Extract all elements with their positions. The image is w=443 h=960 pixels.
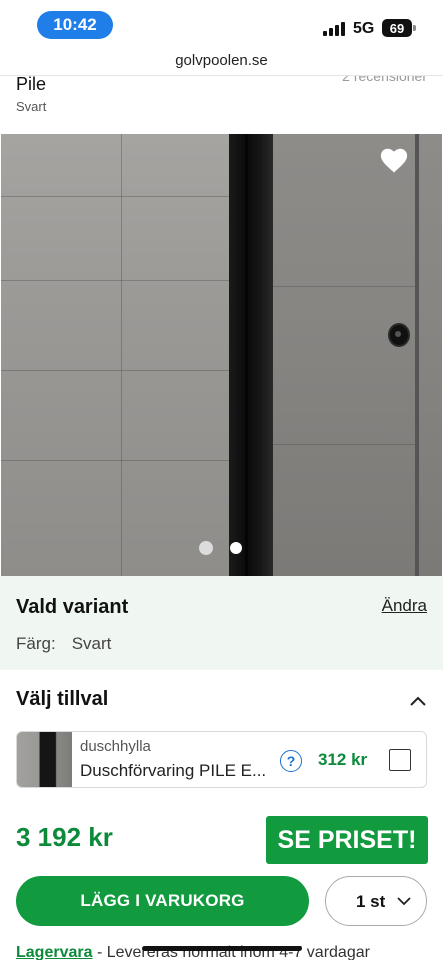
addons-title: Välj tillval <box>16 688 109 710</box>
gallery-dot-2[interactable] <box>230 542 242 554</box>
time-display: 10:42 <box>37 11 113 39</box>
addon-category: duschhylla <box>80 738 151 755</box>
variant-section: Vald variant Ändra Färg: Svart <box>0 576 443 670</box>
addon-checkbox[interactable] <box>389 749 411 771</box>
reviews-link[interactable]: 2 recensioner <box>342 76 427 84</box>
shower-valve <box>390 325 408 345</box>
product-color: Svart <box>16 99 47 114</box>
variant-color-row: Färg: Svart <box>16 634 111 654</box>
see-price-button[interactable]: SE PRISET! <box>266 816 428 864</box>
quantity-value: 1 st <box>356 892 386 911</box>
addon-name: Duschförvaring PILE E... <box>80 761 267 780</box>
network-type: 5G <box>353 20 375 37</box>
gallery-dot-1[interactable] <box>199 541 213 555</box>
shower-niche <box>229 134 273 576</box>
add-to-cart-button[interactable]: LÄGG I VARUKORG <box>16 876 309 926</box>
variant-color-label: Färg: <box>16 634 56 653</box>
address-bar[interactable]: golvpoolen.se <box>0 46 443 76</box>
help-icon[interactable]: ? <box>280 750 302 772</box>
signal-icon <box>323 21 347 36</box>
home-indicator <box>142 946 302 951</box>
chevron-down-icon <box>397 897 411 906</box>
battery-icon: 69 <box>382 19 416 37</box>
chevron-up-icon[interactable] <box>408 694 428 708</box>
product-name: Pile <box>16 76 47 94</box>
product-price: 3 192 kr <box>16 822 113 852</box>
variant-title: Vald variant <box>16 596 129 618</box>
product-header: Pile Svart 2 recensioner <box>0 76 443 134</box>
heart-icon[interactable] <box>379 146 409 174</box>
change-variant-link[interactable]: Ändra <box>382 596 427 616</box>
status-bar: 10:42 5G 69 <box>0 0 443 46</box>
variant-color-value: Svart <box>71 634 112 653</box>
addon-price: 312 kr <box>318 750 368 769</box>
quantity-select[interactable]: 1 st <box>325 876 427 926</box>
addon-thumbnail <box>17 732 72 787</box>
product-image[interactable] <box>1 134 442 576</box>
addon-item[interactable]: duschhylla Duschförvaring PILE E... ? 31… <box>16 731 427 788</box>
stock-label[interactable]: Lagervara <box>16 944 93 960</box>
tile-wall-left <box>1 134 229 576</box>
